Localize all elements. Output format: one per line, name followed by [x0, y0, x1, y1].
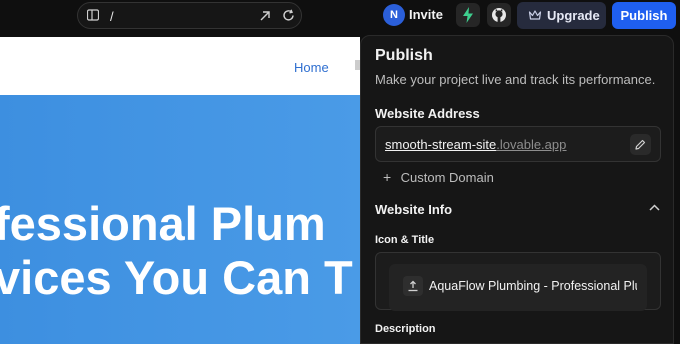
publish-panel: Publish Make your project live and track…: [360, 35, 674, 344]
plus-icon: +: [383, 169, 392, 185]
avatar[interactable]: N: [383, 4, 405, 26]
open-external-icon[interactable]: [259, 10, 271, 22]
custom-domain-button[interactable]: + Custom Domain: [383, 169, 494, 185]
github-button[interactable]: [487, 3, 511, 27]
website-address-field: smooth-stream-site.lovable.app: [375, 126, 661, 162]
url-path[interactable]: /: [110, 9, 114, 24]
panel-title: Publish: [375, 47, 433, 64]
hero-heading-line-2: vices You Can T: [0, 251, 353, 304]
icon-title-heading: Icon & Title: [375, 234, 435, 246]
website-address-link[interactable]: smooth-stream-site.lovable.app: [385, 137, 566, 152]
chevron-up-icon[interactable]: [649, 204, 660, 211]
custom-domain-label: Custom Domain: [400, 170, 494, 185]
panel-subtitle: Make your project live and track its per…: [375, 72, 656, 87]
pencil-icon: [635, 139, 646, 150]
url-bar[interactable]: /: [77, 2, 302, 29]
invite-button[interactable]: Invite: [409, 7, 443, 22]
icon-title-row[interactable]: AquaFlow Plumbing - Professional Plu: [389, 264, 647, 311]
nav-link-home[interactable]: Home: [294, 60, 329, 75]
edit-address-button[interactable]: [630, 134, 651, 155]
top-bar: / N Invite Upgrade Publish: [0, 0, 680, 37]
upload-icon: [408, 280, 418, 292]
upgrade-label: Upgrade: [547, 8, 600, 23]
supabase-button[interactable]: [456, 3, 480, 27]
hero-heading-line-1: fessional Plum: [0, 197, 326, 250]
bolt-icon: [463, 7, 473, 23]
crown-icon: [528, 10, 542, 20]
icon-title-field: AquaFlow Plumbing - Professional Plu: [375, 252, 661, 311]
website-info-heading[interactable]: Website Info: [375, 202, 452, 217]
site-preview: Home fessional Plum vices You Can T: [0, 37, 360, 344]
description-heading: Description: [375, 323, 436, 335]
address-subdomain: smooth-stream-site: [385, 137, 497, 152]
upload-icon-button[interactable]: [403, 276, 423, 296]
publish-button[interactable]: Publish: [612, 2, 676, 29]
website-address-heading: Website Address: [375, 106, 480, 121]
address-domain-suffix: .lovable.app: [496, 137, 567, 152]
upgrade-button[interactable]: Upgrade: [517, 2, 606, 29]
sidebar-toggle-icon[interactable]: [87, 9, 99, 21]
reload-icon[interactable]: [282, 9, 295, 22]
github-icon: [492, 8, 506, 22]
site-title-input[interactable]: AquaFlow Plumbing - Professional Plu: [429, 279, 637, 293]
